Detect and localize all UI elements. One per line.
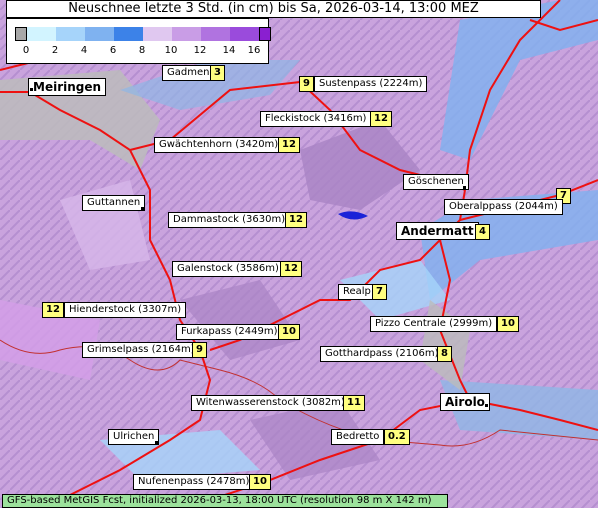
- place-label: Grimselpass (2164m): [82, 342, 200, 358]
- snow-value: 12: [285, 212, 307, 228]
- snow-value: 11: [343, 395, 365, 411]
- place-label: Ulrichen: [108, 429, 160, 445]
- legend-tick: 2: [51, 45, 59, 56]
- color-legend: 0 2 4 6 8 10 12 14 16: [6, 18, 271, 64]
- snow-value: 0.2: [384, 429, 410, 445]
- legend-tick: 12: [193, 45, 207, 56]
- legend-tick: 0: [22, 45, 30, 56]
- legend-swatch: [201, 27, 230, 41]
- place-marker: [30, 88, 33, 91]
- legend-tick: 14: [222, 45, 236, 56]
- legend-swatch: [230, 27, 259, 41]
- place-label: Gotthardpass (2106m): [320, 346, 444, 362]
- place-label: Bedretto: [331, 429, 385, 445]
- place-label: Sustenpass (2224m): [314, 76, 428, 92]
- model-info-footer: GFS-based MetGIS Fcst, initialized 2026-…: [2, 494, 448, 508]
- place-marker: [155, 441, 158, 444]
- snow-value: 12: [42, 302, 64, 318]
- legend-tick: 6: [109, 45, 117, 56]
- place-label: Dammastock (3630m): [168, 212, 291, 228]
- place-label: Gadmen: [162, 65, 215, 81]
- place-label: Realp: [338, 284, 376, 300]
- place-label: Oberalppass (2044m): [444, 199, 563, 215]
- place-label: Galenstock (3586m): [172, 261, 284, 277]
- place-label: Pizzo Centrale (2999m): [370, 316, 498, 332]
- snow-value: 9: [299, 76, 314, 92]
- place-label: Göschenen: [403, 174, 469, 190]
- snow-value: 12: [370, 111, 392, 127]
- place-label: Airolo: [440, 393, 490, 411]
- place-label: Gwächtenhorn (3420m): [154, 137, 284, 153]
- place-label: Meiringen: [28, 78, 107, 96]
- legend-swatch: [259, 27, 271, 41]
- legend-swatch: [114, 27, 143, 41]
- snow-value: 4: [475, 224, 490, 240]
- snow-value: 10: [249, 474, 271, 490]
- map-title: Neuschnee letzte 3 Std. (in cm) bis Sa, …: [6, 0, 541, 18]
- legend-swatch: [172, 27, 201, 41]
- snow-value: 8: [437, 346, 452, 362]
- snow-value: 9: [192, 342, 207, 358]
- place-marker: [485, 404, 488, 407]
- legend-tick: 8: [138, 45, 146, 56]
- legend-swatch: [143, 27, 172, 41]
- snow-value: 12: [280, 261, 302, 277]
- legend-tick: 10: [164, 45, 178, 56]
- place-label: Andermatt: [396, 222, 479, 240]
- place-label: Witenwasserenstock (3082m): [191, 395, 350, 411]
- legend-ticks: 0 2 4 6 8 10 12 14 16: [7, 45, 270, 59]
- place-label: Hienderstock (3307m): [64, 302, 187, 318]
- legend-swatch: [15, 27, 27, 41]
- snow-value: 7: [372, 284, 387, 300]
- legend-swatch: [85, 27, 114, 41]
- snow-value: 10: [497, 316, 519, 332]
- place-marker: [463, 186, 466, 189]
- place-label: Fleckistock (3416m): [260, 111, 372, 127]
- place-marker: [141, 207, 144, 210]
- legend-tick: 16: [247, 45, 261, 56]
- place-label: Guttannen: [82, 195, 146, 211]
- snow-value: 10: [278, 324, 300, 340]
- snow-value: 3: [210, 65, 225, 81]
- legend-swatch: [56, 27, 85, 41]
- place-label: Nufenenpass (2478m): [133, 474, 255, 490]
- legend-swatch: [27, 27, 56, 41]
- legend-tick: 4: [80, 45, 88, 56]
- legend-color-bar: [15, 27, 271, 41]
- snow-value: 12: [278, 137, 300, 153]
- place-label: Furkapass (2449m): [176, 324, 283, 340]
